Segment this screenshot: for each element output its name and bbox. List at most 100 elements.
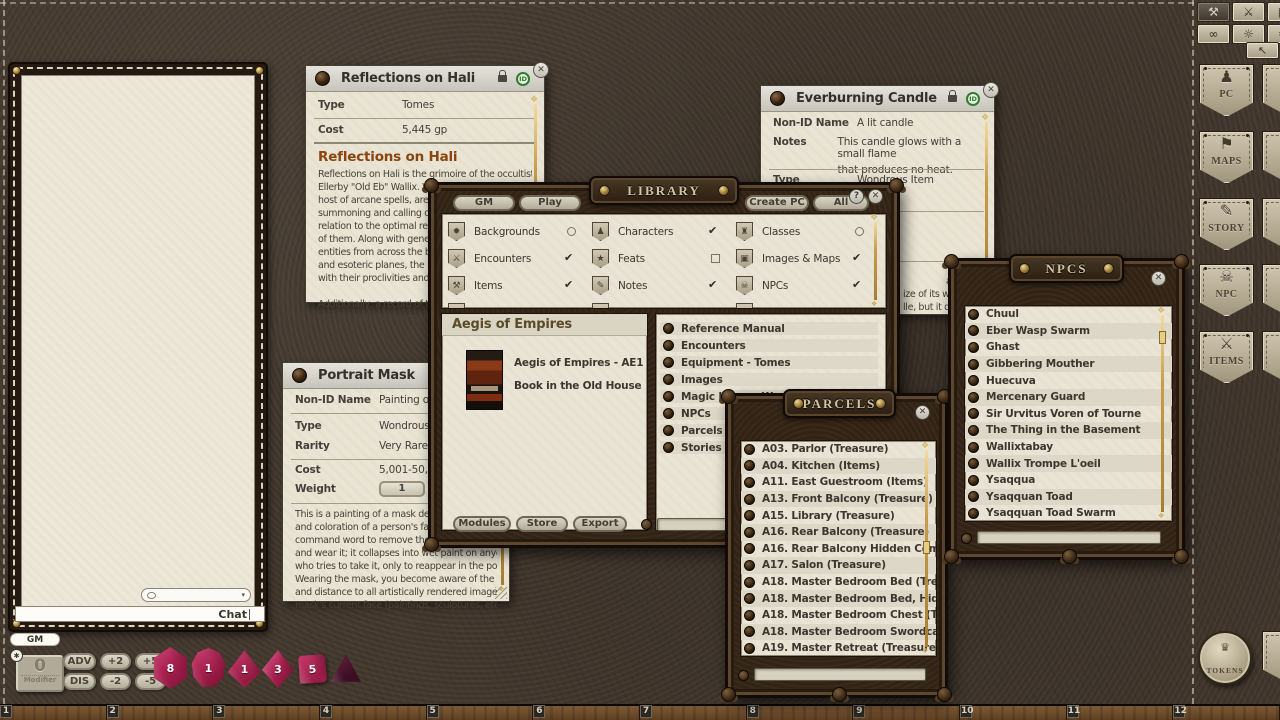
knob-icon[interactable] (663, 357, 674, 368)
knob-icon[interactable] (968, 458, 979, 470)
knob-icon[interactable] (968, 391, 979, 403)
lock-icon[interactable] (948, 90, 957, 102)
modifier-box[interactable]: 0 Modifier (16, 655, 64, 692)
knob-icon[interactable] (744, 609, 755, 621)
weight-field[interactable]: 1 (379, 481, 425, 497)
npc-row[interactable]: Ysaqquan Toad Swarm (965, 505, 1172, 521)
window-header[interactable]: Reflections on Hali ID (306, 66, 544, 92)
knob-icon[interactable] (968, 375, 979, 387)
knob-icon[interactable] (663, 340, 674, 351)
die[interactable] (331, 654, 361, 682)
scrollbar[interactable] (870, 214, 878, 308)
parcel-row[interactable]: A16. Rear Balcony (Treasure) (741, 523, 936, 541)
record-type-checkbox[interactable] (564, 251, 576, 265)
knob-icon[interactable] (968, 358, 979, 370)
sidebar-item-story[interactable]: ✎ STORY (1199, 198, 1254, 251)
knob-icon[interactable] (968, 491, 979, 503)
store-button[interactable]: Store (516, 516, 568, 532)
record-type-toggle[interactable]: ⚔ Encounters (448, 245, 592, 272)
die[interactable]: 1 (228, 650, 261, 688)
hotkey-slot[interactable]: 8 (746, 705, 854, 720)
record-type-toggle[interactable]: ▣ Images & Maps (736, 245, 880, 272)
close-icon[interactable]: ✕ (533, 62, 549, 78)
npc-row[interactable]: Ysaqquan Toad (965, 488, 1172, 506)
module-name[interactable]: Aegis of Empires (442, 314, 647, 336)
module-cover-thumbnail[interactable] (466, 350, 503, 410)
plus2-button[interactable]: +2 (100, 653, 131, 670)
parcel-row[interactable]: A19. Master Retreat (Treasure) (741, 640, 936, 656)
npc-row[interactable]: Huecuva (965, 372, 1172, 389)
chat-log[interactable] (21, 75, 255, 619)
tokens-coin-button[interactable]: ♛ TOKENS (1198, 631, 1252, 685)
npc-row[interactable]: Ysaqqua (965, 472, 1172, 489)
parcel-row[interactable]: A16. Rear Balcony Hidden Compartment (T (741, 541, 936, 558)
hotkey-slot[interactable]: 5 (426, 705, 534, 720)
npc-row[interactable]: The Thing in the Basement (965, 422, 1172, 439)
sidebar-item-pc[interactable]: ♟ PC (1199, 64, 1254, 117)
parcel-row[interactable]: A17. Salon (Treasure) (741, 557, 936, 574)
sidebar-item-npc[interactable]: ☠ NPC (1199, 264, 1254, 317)
minus2-button[interactable]: -2 (100, 673, 131, 690)
chart-icon[interactable]: ▦ (1267, 2, 1280, 22)
die[interactable]: 5 (298, 654, 327, 684)
record-type-toggle[interactable]: ♜ Classes (736, 218, 880, 245)
knob-icon[interactable] (663, 374, 674, 385)
close-icon[interactable]: ✕ (868, 189, 883, 204)
parcel-row[interactable]: A04. Kitchen (Items) (741, 457, 936, 475)
knob-icon[interactable] (744, 593, 755, 605)
record-type-checkbox[interactable] (567, 227, 576, 236)
knob-icon[interactable] (744, 443, 755, 455)
close-icon[interactable]: ✕ (915, 405, 930, 420)
hotkey-slot[interactable]: 1 (0, 705, 107, 720)
window-title-plaque[interactable]: LIBRARY (589, 176, 739, 205)
horizontal-scrollbar[interactable] (754, 668, 926, 681)
npc-row[interactable]: Gibbering Mouther (965, 355, 1172, 373)
knob-icon[interactable] (968, 507, 979, 519)
sidebar-shield-partial[interactable] (1262, 64, 1280, 117)
hotkey-slot[interactable]: 11 (1066, 705, 1174, 720)
die[interactable]: 1 (191, 648, 226, 687)
parcel-row[interactable]: A18. Master Bedroom Bed (Treasure) (741, 574, 936, 591)
parcel-row[interactable]: A18. Master Bedroom Swordcane (Treasur (741, 623, 936, 641)
knob-icon[interactable] (663, 425, 674, 436)
record-type-toggle[interactable]: ✎ Notes (592, 272, 736, 299)
sidebar-shield-partial[interactable] (1262, 198, 1280, 251)
pointer-icon[interactable]: ↖ (1246, 42, 1279, 59)
hotkey-slot[interactable]: 9 (853, 705, 961, 720)
npc-row[interactable]: Wallix Trompe L'oeil (965, 455, 1172, 472)
npc-row[interactable]: Wallixtabay (965, 439, 1172, 456)
sidebar-shield-partial[interactable] (1262, 264, 1280, 317)
hotkey-slot[interactable]: 6 (533, 705, 641, 720)
record-type-toggle[interactable]: ◆ Parcels (448, 299, 592, 309)
knob-icon[interactable] (968, 474, 979, 486)
hotkey-slot[interactable]: 4 (320, 705, 427, 720)
hotkey-slot[interactable]: 12 (1173, 705, 1280, 720)
chat-mode-dropdown[interactable]: ▾ (141, 588, 251, 602)
knob-icon[interactable] (744, 626, 755, 638)
record-type-checkbox[interactable] (708, 278, 720, 292)
parcel-row[interactable]: A18. Master Bedroom Chest (Treasure) (741, 607, 936, 624)
day-night-icon[interactable]: ☼ (1232, 24, 1265, 44)
record-type-checkbox[interactable] (852, 251, 864, 265)
close-icon[interactable]: ✕ (1151, 271, 1166, 286)
id-badge[interactable]: ID (966, 91, 980, 106)
id-badge[interactable]: ID (516, 71, 530, 86)
npc-row[interactable]: Sir Urvitus Voren of Tourne (965, 406, 1172, 423)
record-type-toggle[interactable]: ❖ Quests (592, 299, 736, 308)
knob-icon[interactable] (663, 442, 674, 453)
gm-identity-pill[interactable]: GM (10, 633, 60, 646)
record-type-checkbox[interactable] (855, 227, 864, 236)
record-type-checkbox[interactable] (564, 305, 576, 309)
knob-icon[interactable] (968, 308, 979, 320)
knob-icon[interactable] (663, 391, 674, 402)
export-button[interactable]: Export (573, 516, 627, 532)
dis-button[interactable]: DIS (63, 673, 96, 690)
create-pc-button[interactable]: Create PC (745, 195, 809, 211)
record-type-toggle[interactable]: ⚒ Items (448, 272, 592, 299)
hotkey-slot[interactable]: 2 (106, 705, 214, 720)
knob-icon[interactable] (968, 424, 979, 436)
knob-icon[interactable] (744, 510, 755, 522)
knob-icon[interactable] (744, 460, 755, 472)
die[interactable]: 3 (262, 650, 294, 688)
scrollbar-thumb[interactable] (923, 540, 930, 554)
